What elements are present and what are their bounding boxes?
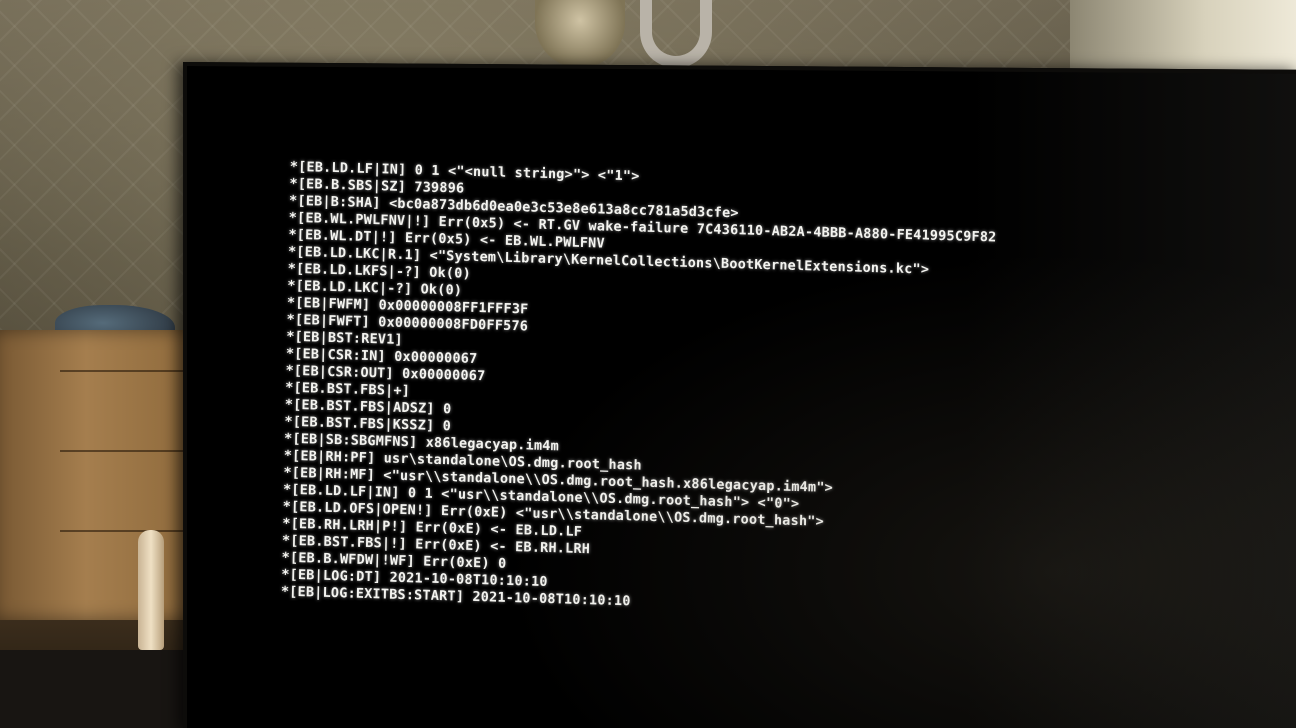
bedpost — [138, 530, 164, 650]
verbose-boot-log: *[EB.LD.LF|IN] 0 1 <"<null string>"> <"1… — [281, 159, 1290, 629]
monitor-screen: *[EB.LD.LF|IN] 0 1 <"<null string>"> <"1… — [183, 62, 1296, 728]
photo-scene: *[EB.LD.LF|IN] 0 1 <"<null string>"> <"1… — [0, 0, 1296, 728]
